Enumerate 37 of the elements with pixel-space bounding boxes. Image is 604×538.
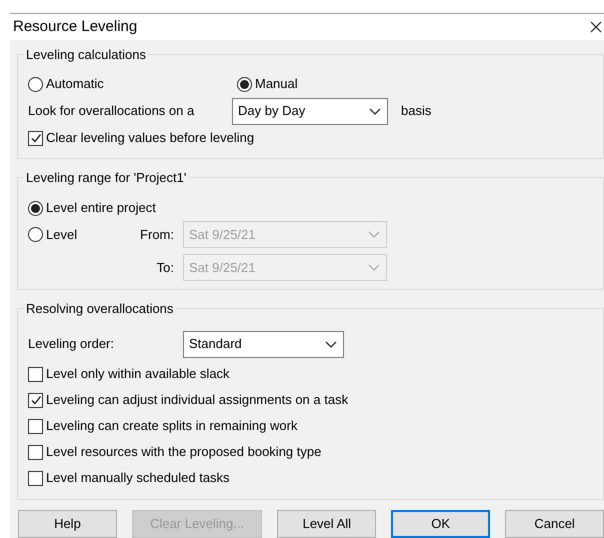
radio-button[interactable]	[237, 76, 252, 92]
radio-button[interactable]	[28, 200, 43, 216]
radio-button[interactable]	[28, 76, 43, 92]
checkbox-label: Level only within available slack	[46, 365, 230, 384]
close-icon[interactable]	[590, 21, 602, 33]
radio-label: Automatic	[46, 75, 104, 94]
dialog-button[interactable]: Help	[18, 510, 117, 538]
dropdown[interactable]: Day by Day	[232, 98, 388, 124]
checkbox[interactable]	[28, 130, 43, 146]
checkbox-label: Clear leveling values before leveling	[46, 129, 254, 148]
field-label: From:	[139, 226, 175, 244]
radio-label: Level entire project	[46, 199, 156, 218]
chevron-down-icon	[369, 108, 381, 114]
dialog-button[interactable]: Cancel	[505, 510, 604, 538]
chevron-down-icon	[368, 264, 380, 271]
radio-label: Manual	[255, 75, 298, 94]
field-label: Look for overallocations on a	[28, 102, 196, 120]
checkbox[interactable]	[28, 366, 43, 382]
checkbox-label: Leveling can create splits in remaining work	[46, 417, 298, 436]
checkbox-label: Level resources with the proposed booking type	[46, 443, 322, 462]
dropdown[interactable]: Standard	[183, 330, 344, 358]
checkbox[interactable]	[28, 444, 43, 460]
checkbox[interactable]	[28, 392, 43, 408]
checkbox[interactable]	[28, 418, 43, 434]
checkbox-label: Level manually scheduled tasks	[46, 469, 230, 488]
field-label: Leveling order:	[28, 335, 115, 354]
window-title: Resource Leveling	[13, 16, 138, 37]
dialog-button[interactable]: OK	[391, 510, 490, 538]
field-label: basis	[401, 102, 432, 120]
chevron-down-icon	[325, 340, 337, 348]
checkbox-label: Leveling can adjust individual assignments on a task	[46, 391, 348, 410]
checkbox[interactable]	[28, 470, 43, 486]
chevron-down-icon	[368, 231, 380, 238]
field-label: To:	[156, 258, 175, 277]
dialog-button[interactable]: Level All	[277, 510, 376, 538]
radio-label: Level	[46, 226, 78, 244]
radio-button[interactable]	[28, 227, 43, 242]
